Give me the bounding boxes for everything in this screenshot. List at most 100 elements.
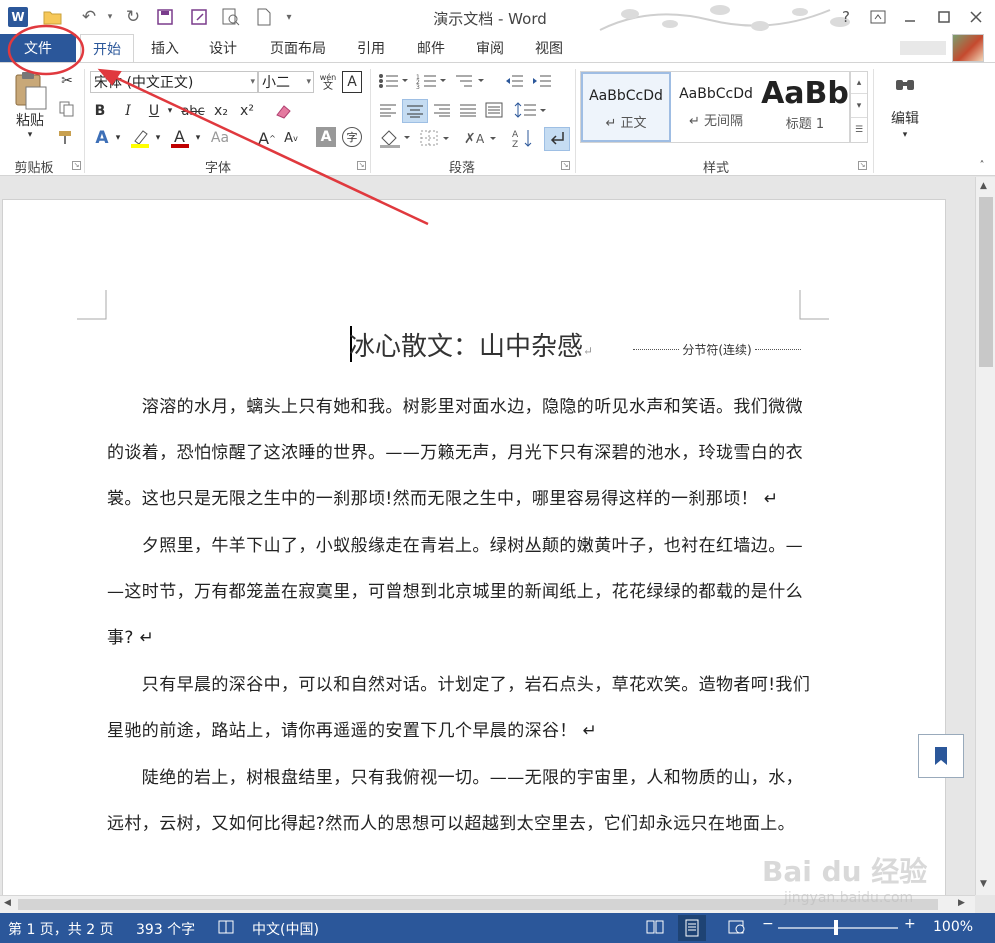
tab-review[interactable]: 审阅 xyxy=(465,34,515,62)
scroll-left-icon[interactable]: ◀ xyxy=(4,898,11,908)
print-preview-icon[interactable] xyxy=(218,6,244,28)
font-color-icon[interactable]: A xyxy=(168,127,192,149)
zoom-in-button[interactable]: + xyxy=(904,916,916,932)
highlight-dropdown-icon[interactable]: ▾ xyxy=(152,127,164,149)
change-case-button[interactable]: Aa xyxy=(208,127,232,149)
font-launcher-icon[interactable]: ↘ xyxy=(357,161,366,170)
bookmark-icon[interactable] xyxy=(918,734,964,778)
font-name-combo[interactable]: 宋体 (中文正文) ▾ xyxy=(90,71,258,93)
ribbon-display-options-icon[interactable] xyxy=(866,6,890,28)
copy-icon[interactable] xyxy=(56,99,78,119)
undo-dropdown-icon[interactable]: ▾ xyxy=(104,6,116,28)
word-count[interactable]: 393 个字 xyxy=(136,919,195,939)
style-normal[interactable]: AaBbCcDd ↵ 正文 xyxy=(581,72,671,142)
zoom-level[interactable]: 100% xyxy=(933,919,973,935)
help-icon[interactable]: ? xyxy=(834,6,858,28)
align-center-icon[interactable] xyxy=(402,99,428,123)
italic-button[interactable]: I xyxy=(118,101,138,121)
font-color-dropdown-icon[interactable]: ▾ xyxy=(192,127,204,149)
cut-icon[interactable]: ✂ xyxy=(56,71,78,91)
restore-icon[interactable] xyxy=(932,6,956,28)
customize-toolbar-icon[interactable]: ▾ xyxy=(282,6,296,28)
tab-page-layout[interactable]: 页面布局 xyxy=(260,34,336,62)
paste-icon[interactable] xyxy=(10,71,50,111)
edit-dropdown-icon[interactable]: ▾ xyxy=(898,129,912,141)
document-page[interactable]: 冰心散文：山中杂感↵ 分节符(连续) 溶溶的水月，螭头上只有她和我。树影里对面水… xyxy=(2,199,946,895)
tab-home[interactable]: 开始 xyxy=(80,34,134,63)
web-layout-icon[interactable] xyxy=(728,919,746,939)
horizontal-scrollbar[interactable]: ◀ ▶ xyxy=(0,895,975,913)
superscript-button[interactable]: x² xyxy=(236,101,258,121)
find-icon[interactable] xyxy=(888,71,922,101)
text-effects-dropdown-icon[interactable]: ▾ xyxy=(112,127,124,149)
zoom-slider-thumb[interactable] xyxy=(834,920,838,935)
styles-launcher-icon[interactable]: ↘ xyxy=(858,161,867,170)
hscroll-thumb[interactable] xyxy=(18,899,938,910)
character-shading-icon[interactable]: A xyxy=(316,127,336,147)
paste-button[interactable]: 粘贴 xyxy=(10,111,50,129)
zoom-out-button[interactable]: − xyxy=(762,916,774,932)
multilevel-list-icon[interactable] xyxy=(452,71,486,91)
clear-formatting-icon[interactable] xyxy=(272,101,294,121)
align-right-icon[interactable] xyxy=(430,99,454,121)
enclose-characters-icon[interactable]: 字 xyxy=(342,127,362,147)
highlight-icon[interactable] xyxy=(128,127,152,149)
text-line[interactable]: 夕照里，牛羊下山了，小蚁般缘走在青岩上。绿树丛颠的嫩黄叶子，也衬在红墙边。— xyxy=(107,531,803,556)
vertical-scrollbar[interactable]: ▲ ▼ xyxy=(975,177,995,895)
text-line[interactable]: 只有早晨的深谷中，可以和自然对话。计划定了，岩石点头，草花欢笑。造物者呵!我们 xyxy=(107,670,810,695)
styles-more-icon[interactable]: ☰ xyxy=(851,118,867,142)
align-left-icon[interactable] xyxy=(376,99,400,121)
page-count[interactable]: 第 1 页，共 2 页 xyxy=(8,919,114,939)
save-icon[interactable] xyxy=(152,6,178,28)
minimize-icon[interactable] xyxy=(898,6,922,28)
scroll-thumb[interactable] xyxy=(979,197,993,367)
save-as-icon[interactable] xyxy=(186,6,212,28)
collapse-ribbon-icon[interactable]: ˄ xyxy=(976,159,988,171)
styles-up-icon[interactable]: ▴ xyxy=(851,72,867,94)
show-marks-icon[interactable] xyxy=(544,127,570,151)
phonetic-guide-icon[interactable]: wén 文 xyxy=(318,71,338,93)
redo-icon[interactable]: ↻ xyxy=(120,6,146,28)
undo-icon[interactable]: ↶ xyxy=(76,6,102,28)
increase-indent-icon[interactable] xyxy=(530,71,554,91)
justify-icon[interactable] xyxy=(456,99,480,121)
open-folder-icon[interactable] xyxy=(40,6,66,28)
text-line[interactable]: 陡绝的岩上，树根盘结里，只有我俯视一切。——无限的宇宙里，人和物质的山，水， xyxy=(107,763,803,788)
text-line[interactable]: 星驰的前途，路站上，请你再遥遥的安置下几个早晨的深谷！ ↵ xyxy=(107,716,597,741)
document-title[interactable]: 冰心散文：山中杂感↵ xyxy=(349,326,593,363)
style-no-spacing[interactable]: AaBbCcDd ↵ 无间隔 xyxy=(673,72,759,142)
text-line[interactable]: 的谈着，恐怕惊醒了这浓睡的世界。——万籁无声，月光下只有深碧的池水，玲珑雪白的衣 xyxy=(107,438,803,463)
sort-icon[interactable]: AZ xyxy=(510,127,536,149)
text-effects-icon[interactable]: A xyxy=(92,127,112,149)
numbering-icon[interactable]: 123 xyxy=(414,71,448,91)
text-line[interactable]: 事? ↵ xyxy=(107,623,154,648)
distributed-icon[interactable] xyxy=(482,99,506,121)
subscript-button[interactable]: x₂ xyxy=(210,101,232,121)
underline-dropdown-icon[interactable]: ▾ xyxy=(164,101,176,121)
text-line[interactable]: 溶溶的水月，螭头上只有她和我。树影里对面水边，隐隐的听见水声和笑语。我们微微 xyxy=(107,392,803,417)
proofing-icon[interactable] xyxy=(218,919,236,939)
clipboard-launcher-icon[interactable]: ↘ xyxy=(72,161,81,170)
bold-button[interactable]: B xyxy=(90,101,110,121)
tab-mailings[interactable]: 邮件 xyxy=(406,34,456,62)
shrink-font-icon[interactable]: Av xyxy=(280,127,302,149)
close-icon[interactable] xyxy=(964,6,988,28)
borders-icon[interactable] xyxy=(416,127,456,149)
scroll-right-icon[interactable]: ▶ xyxy=(958,898,965,908)
strikethrough-button[interactable]: abc xyxy=(178,101,208,121)
text-line[interactable]: —这时节，万有都笼盖在寂寞里，可曾想到北京城里的新闻纸上，花花绿绿的都载的是什么 xyxy=(107,577,803,602)
scroll-up-icon[interactable]: ▲ xyxy=(980,181,987,191)
line-spacing-icon[interactable] xyxy=(512,99,548,121)
bullets-icon[interactable] xyxy=(376,71,410,91)
styles-scroll[interactable]: ▴ ▾ ☰ xyxy=(850,71,868,143)
text-line[interactable]: 裳。这也只是无限之生中的一刹那顷!然而无限之生中，哪里容易得这样的一刹那顷！ ↵ xyxy=(107,484,778,509)
avatar[interactable] xyxy=(952,34,984,62)
character-border-icon[interactable]: A xyxy=(342,71,362,93)
style-heading-1[interactable]: AaBb 标题 1 xyxy=(761,72,849,142)
tab-design[interactable]: 设计 xyxy=(198,34,248,62)
format-painter-icon[interactable] xyxy=(56,127,78,147)
asian-layout-icon[interactable]: ✗ A xyxy=(462,127,502,149)
underline-button[interactable]: U xyxy=(144,101,164,121)
read-mode-icon[interactable] xyxy=(646,919,664,939)
language[interactable]: 中文(中国) xyxy=(252,919,319,939)
